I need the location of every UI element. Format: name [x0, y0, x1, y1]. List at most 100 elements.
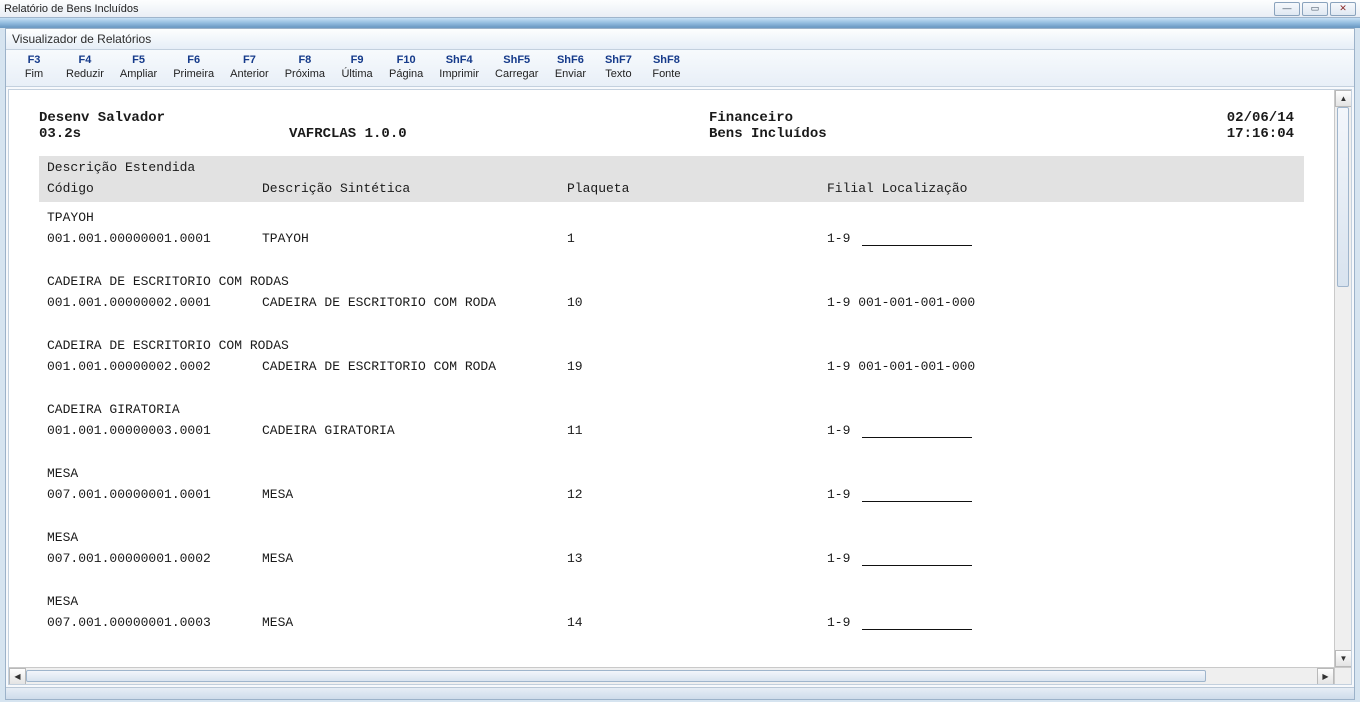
cell-descricao: TPAYOH [262, 231, 567, 246]
toolbar-label: Fonte [650, 68, 682, 80]
toolbar-key: ShF4 [439, 54, 479, 66]
cell-descricao: MESA [262, 551, 567, 566]
report-group: MESA007.001.00000001.0003MESA141-9 [39, 594, 1304, 630]
toolbar-key: F9 [341, 54, 373, 66]
toolbar-key: F3 [18, 54, 50, 66]
cell-loc-blank [862, 617, 972, 630]
cell-loc-blank [862, 553, 972, 566]
cell-localizacao: 1-9 [827, 487, 1296, 502]
report-header-line2: 03.2s VAFRCLAS 1.0.0 Bens Incluídos 17:1… [39, 126, 1304, 142]
toolbar-button-anterior[interactable]: F7Anterior [222, 54, 277, 80]
inner-title: Visualizador de Relatórios [6, 29, 1354, 50]
table-row: 007.001.00000001.0001MESA121-9 [47, 487, 1296, 502]
toolbar-key: F8 [285, 54, 325, 66]
toolbar-button-texto[interactable]: ShF7 Texto [594, 54, 642, 80]
toolbar-button-reduzir[interactable]: F4 Reduzir [58, 54, 112, 80]
horizontal-scrollbar[interactable]: ◀ ▶ [9, 667, 1334, 684]
cell-plaqueta: 10 [567, 295, 827, 310]
scroll-down-arrow[interactable]: ▼ [1335, 650, 1352, 667]
toolbar-button-próxima[interactable]: F8Próxima [277, 54, 333, 80]
column-band: Descrição Estendida Código Descrição Sin… [39, 156, 1304, 202]
close-button[interactable]: ✕ [1330, 2, 1356, 16]
scroll-right-arrow[interactable]: ▶ [1317, 668, 1334, 685]
cell-descricao: CADEIRA DE ESCRITORIO COM RODA [262, 359, 567, 374]
cell-filial: 1-9 [827, 359, 858, 374]
status-bar [6, 687, 1354, 699]
header-time: 17:16:04 [1089, 126, 1304, 142]
cell-localizacao: 1-9 [827, 423, 1296, 438]
toolbar-label: Última [341, 68, 373, 80]
band-columns: Código Descrição Sintética Plaqueta Fili… [47, 181, 1296, 196]
toolbar-button-fonte[interactable]: ShF8 Fonte [642, 54, 690, 80]
toolbar-key: ShF8 [650, 54, 682, 66]
cell-codigo: 001.001.00000002.0002 [47, 359, 262, 374]
report-group: CADEIRA DE ESCRITORIO COM RODAS001.001.0… [39, 338, 1304, 374]
cell-descricao: MESA [262, 615, 567, 630]
toolbar-button-última[interactable]: F9 Última [333, 54, 381, 80]
report-group: TPAYOH001.001.00000001.0001TPAYOH11-9 [39, 210, 1304, 246]
report-group: CADEIRA DE ESCRITORIO COM RODAS001.001.0… [39, 274, 1304, 310]
col-plaqueta: Plaqueta [567, 181, 827, 196]
hscroll-thumb[interactable] [26, 670, 1206, 682]
toolbar-label: Reduzir [66, 68, 104, 80]
cell-codigo: 001.001.00000001.0001 [47, 231, 262, 246]
toolbar-button-fim[interactable]: F3 Fim [10, 54, 58, 80]
toolbar: F3 Fim F4 Reduzir F5AmpliarF6PrimeiraF7Anter… [6, 50, 1354, 87]
vertical-scrollbar[interactable]: ▲ ▼ [1334, 90, 1351, 667]
toolbar-label: Página [389, 68, 423, 80]
cell-localizacao: 1-9 001-001-001-000 [827, 295, 1296, 310]
desc-estendida: CADEIRA GIRATORIA [47, 402, 1296, 417]
toolbar-button-imprimir[interactable]: ShF4Imprimir [431, 54, 487, 80]
toolbar-key: ShF7 [602, 54, 634, 66]
cell-plaqueta: 13 [567, 551, 827, 566]
cell-loc-blank [862, 425, 972, 438]
minimize-button[interactable]: — [1274, 2, 1300, 16]
cell-loc-blank [862, 489, 972, 502]
desc-estendida: TPAYOH [47, 210, 1296, 225]
cell-loc-value: 001-001-001-000 [858, 359, 975, 374]
col-desc: Descrição Sintética [262, 181, 567, 196]
toolbar-key: ShF5 [495, 54, 538, 66]
cell-localizacao: 1-9 [827, 231, 1296, 246]
toolbar-button-ampliar[interactable]: F5Ampliar [112, 54, 165, 80]
toolbar-key: F4 [66, 54, 104, 66]
titlebar-gradient [0, 18, 1360, 28]
cell-codigo: 001.001.00000003.0001 [47, 423, 262, 438]
table-row: 007.001.00000001.0002MESA131-9 [47, 551, 1296, 566]
toolbar-label: Fim [18, 68, 50, 80]
col-localizacao: Filial Localização [827, 181, 1296, 196]
cell-filial: 1-9 [827, 423, 858, 438]
header-center1 [289, 110, 709, 126]
scroll-up-arrow[interactable]: ▲ [1335, 90, 1352, 107]
cell-codigo: 001.001.00000002.0001 [47, 295, 262, 310]
cell-loc-blank [862, 233, 972, 246]
outer-titlebar: Relatório de Bens Incluídos — ▭ ✕ [0, 0, 1360, 18]
header-program: VAFRCLAS 1.0.0 [289, 126, 709, 142]
scroll-left-arrow[interactable]: ◀ [9, 668, 26, 685]
desc-estendida: MESA [47, 466, 1296, 481]
report-header-line1: Desenv Salvador Financeiro 02/06/14 [39, 110, 1304, 126]
header-version: 03.2s [39, 126, 289, 142]
toolbar-button-página[interactable]: F10Página [381, 54, 431, 80]
report-viewport: Desenv Salvador Financeiro 02/06/14 03.2… [9, 90, 1334, 667]
hscroll-track[interactable] [26, 668, 1317, 684]
cell-codigo: 007.001.00000001.0003 [47, 615, 262, 630]
toolbar-key: F6 [173, 54, 214, 66]
toolbar-label: Texto [602, 68, 634, 80]
toolbar-key: F7 [230, 54, 269, 66]
table-row: 001.001.00000003.0001CADEIRA GIRATORIA11… [47, 423, 1296, 438]
toolbar-button-primeira[interactable]: F6Primeira [165, 54, 222, 80]
cell-codigo: 007.001.00000001.0002 [47, 551, 262, 566]
table-row: 001.001.00000002.0001CADEIRA DE ESCRITOR… [47, 295, 1296, 310]
outer-title: Relatório de Bens Incluídos [4, 3, 139, 15]
toolbar-button-enviar[interactable]: ShF6Enviar [546, 54, 594, 80]
vscroll-thumb[interactable] [1337, 107, 1349, 287]
inner-window: Visualizador de Relatórios F3 Fim F4 Reduzi… [5, 28, 1355, 700]
report-viewer: Desenv Salvador Financeiro 02/06/14 03.2… [8, 89, 1352, 685]
maximize-button[interactable]: ▭ [1302, 2, 1328, 16]
vscroll-track[interactable] [1335, 107, 1351, 650]
cell-descricao: MESA [262, 487, 567, 502]
toolbar-button-carregar[interactable]: ShF5Carregar [487, 54, 546, 80]
cell-plaqueta: 1 [567, 231, 827, 246]
col-codigo: Código [47, 181, 262, 196]
